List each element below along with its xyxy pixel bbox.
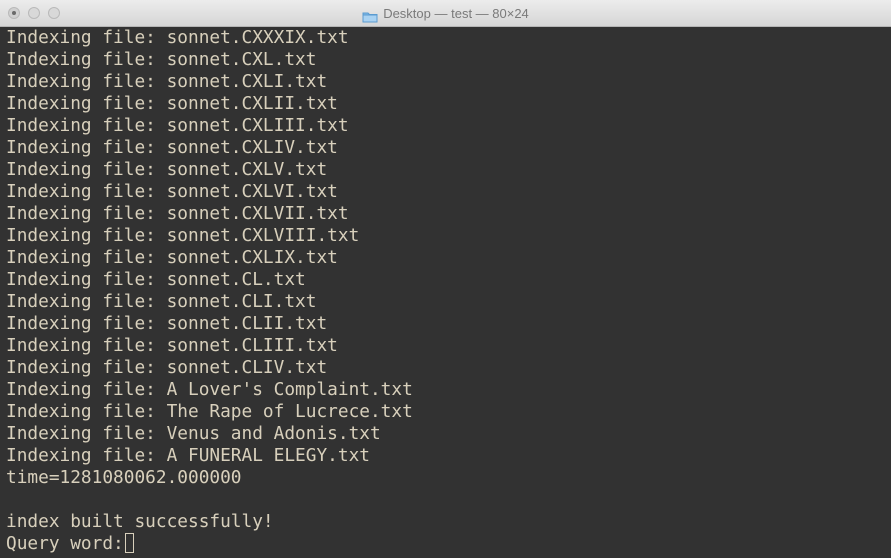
terminal-line: Indexing file: sonnet.CXLVIII.txt: [6, 225, 360, 246]
text-cursor[interactable]: [124, 533, 134, 553]
terminal-line: Indexing file: A Lover's Complaint.txt: [6, 379, 413, 400]
close-button[interactable]: [8, 7, 20, 19]
terminal-line: Indexing file: sonnet.CXLIV.txt: [6, 137, 338, 158]
title-group: Desktop — test — 80×24: [0, 0, 891, 27]
terminal-window: Desktop — test — 80×24 Indexing file: so…: [0, 0, 891, 558]
terminal-line: Indexing file: sonnet.CXLIX.txt: [6, 247, 338, 268]
terminal-line: Indexing file: sonnet.CXLVI.txt: [6, 181, 338, 202]
terminal-line: Indexing file: sonnet.CXXXIX.txt: [6, 27, 349, 48]
terminal-line: Indexing file: sonnet.CL.txt: [6, 269, 306, 290]
terminal-line: Indexing file: A FUNERAL ELEGY.txt: [6, 445, 370, 466]
terminal-line: Indexing file: sonnet.CLIV.txt: [6, 357, 328, 378]
minimize-button[interactable]: [28, 7, 40, 19]
terminal-line: Indexing file: sonnet.CXLII.txt: [6, 93, 338, 114]
terminal-line: Indexing file: sonnet.CXLVII.txt: [6, 203, 349, 224]
terminal-line: Indexing file: sonnet.CLIII.txt: [6, 335, 338, 356]
terminal-line: Indexing file: Venus and Adonis.txt: [6, 423, 381, 444]
terminal-line: Indexing file: sonnet.CLI.txt: [6, 291, 317, 312]
terminal-line: index built successfully!: [6, 511, 274, 532]
window-title: Desktop — test — 80×24: [383, 6, 529, 21]
terminal-line: Indexing file: sonnet.CXLV.txt: [6, 159, 328, 180]
terminal-output[interactable]: Indexing file: sonnet.CXXXIX.txt Indexing…: [0, 27, 891, 558]
terminal-line: Indexing file: sonnet.CXL.txt: [6, 49, 317, 70]
terminal-line: time=1281080062.000000: [6, 467, 242, 488]
terminal-line: Indexing file: The Rape of Lucrece.txt: [6, 401, 413, 422]
prompt-label: Query word:: [6, 533, 124, 554]
folder-icon: [362, 8, 378, 22]
terminal-line: Indexing file: sonnet.CLII.txt: [6, 313, 328, 334]
prompt-line[interactable]: Query word:: [6, 533, 891, 555]
terminal-line: Indexing file: sonnet.CXLI.txt: [6, 71, 328, 92]
zoom-button[interactable]: [48, 7, 60, 19]
title-bar[interactable]: Desktop — test — 80×24: [0, 0, 891, 27]
terminal-line: Indexing file: sonnet.CXLIII.txt: [6, 115, 349, 136]
